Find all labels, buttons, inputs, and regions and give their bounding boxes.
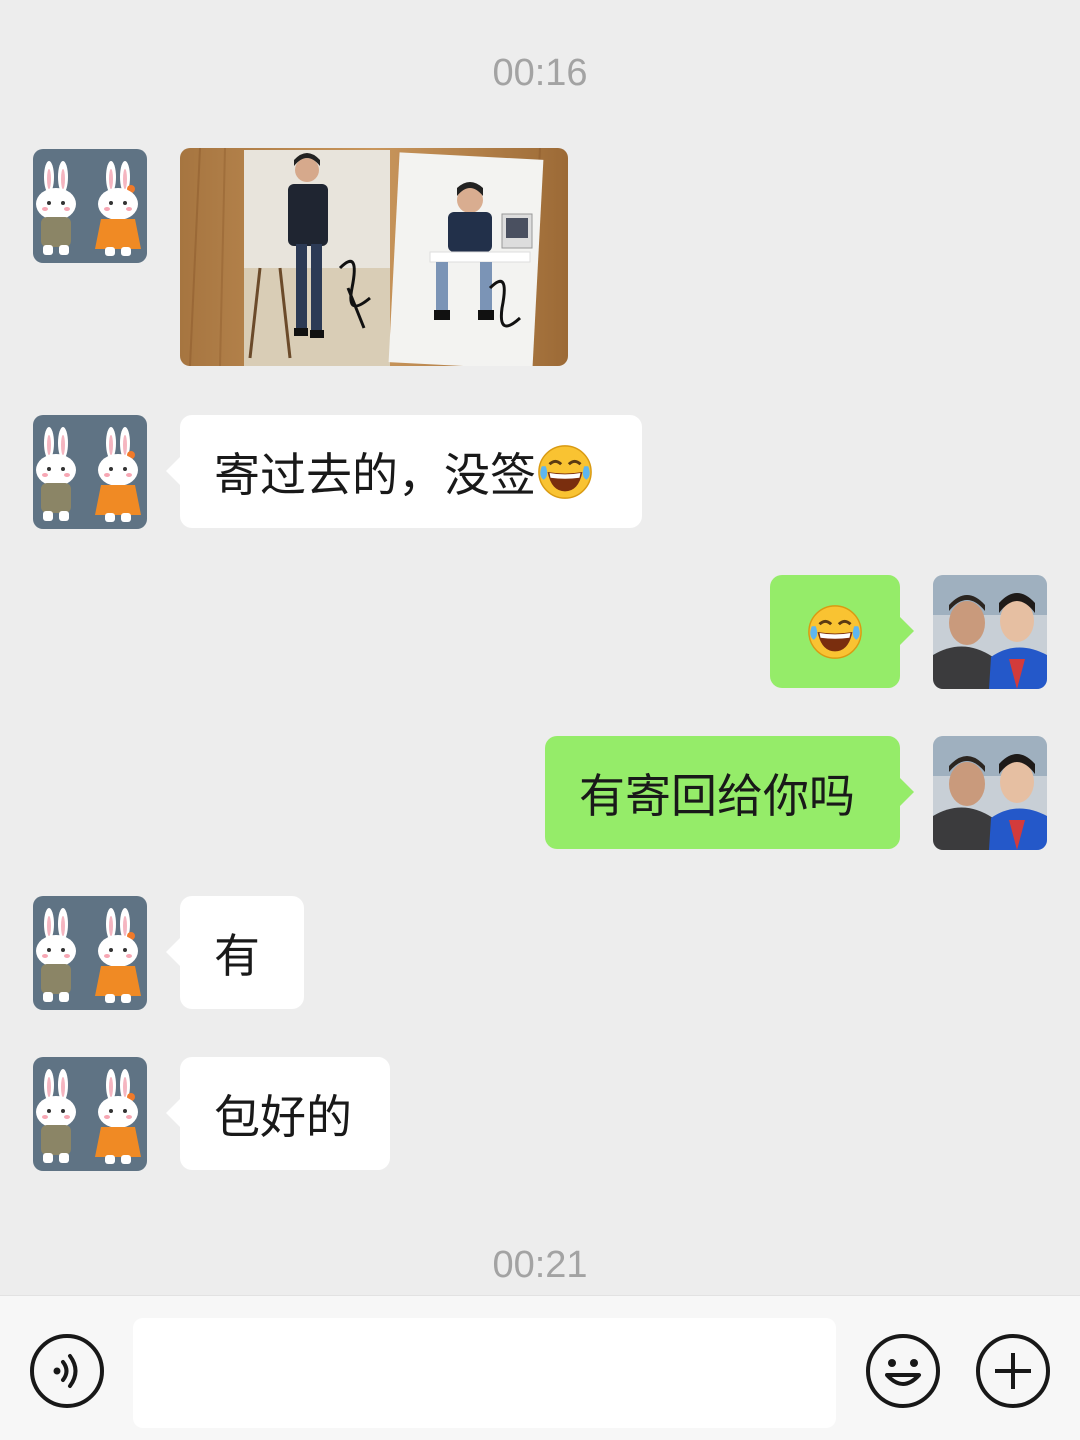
image-message[interactable] [180,148,568,366]
plus-icon[interactable] [975,1333,1051,1409]
my-avatar[interactable] [933,575,1047,689]
chat-area[interactable]: 00:16 寄过去的，没签 有寄回给你吗 有 包好的 00:21 [0,0,1080,1295]
message-input[interactable] [133,1318,836,1428]
timestamp: 00:21 [492,1244,588,1286]
selfie-avatar-icon [933,575,1047,689]
message-bubble-outgoing[interactable] [770,575,914,688]
message-bubble-incoming[interactable]: 包好的 [166,1057,390,1170]
bunny-avatar-icon [33,149,147,263]
message-text: 寄过去的，没签 [214,447,536,502]
my-avatar[interactable] [933,736,1047,850]
message-text: 有寄回给你吗 [579,768,855,823]
message-text: 包好的 [214,1089,352,1144]
smiley-icon[interactable] [865,1333,941,1409]
message-bubble-incoming[interactable]: 有 [166,896,304,1009]
laughing-tears-emoji-icon [806,603,864,661]
message-bubble-incoming[interactable]: 寄过去的，没签 [166,415,642,528]
contact-avatar[interactable] [33,1057,147,1171]
bunny-avatar-icon [33,896,147,1010]
voice-icon[interactable] [29,1333,105,1409]
signed-photos-image [180,148,568,366]
contact-avatar[interactable] [33,149,147,263]
bunny-avatar-icon [33,1057,147,1171]
bunny-avatar-icon [33,415,147,529]
contact-avatar[interactable] [33,896,147,1010]
selfie-avatar-icon [933,736,1047,850]
input-bar [0,1295,1080,1440]
message-bubble-outgoing[interactable]: 有寄回给你吗 [545,736,914,849]
laughing-tears-emoji-icon [536,443,594,501]
message-text: 有 [214,928,260,983]
timestamp: 00:16 [492,52,588,94]
contact-avatar[interactable] [33,415,147,529]
